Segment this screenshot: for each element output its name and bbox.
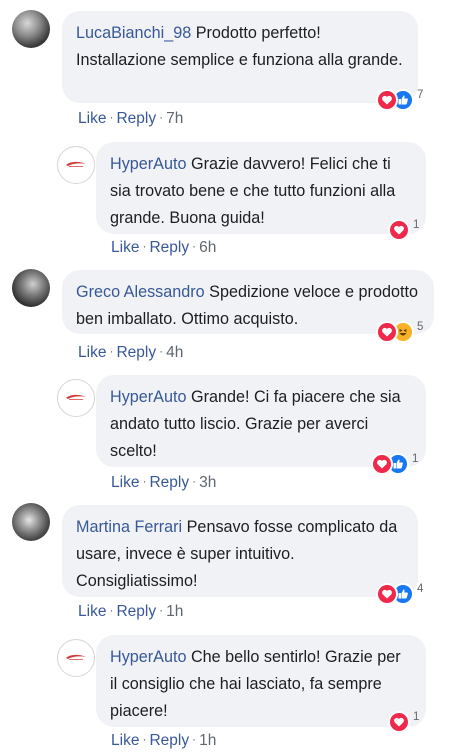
hyperauto-logo-icon: [65, 389, 87, 407]
separator: ·: [109, 603, 114, 617]
comment-author[interactable]: LucaBianchi_98: [76, 24, 191, 42]
timestamp[interactable]: 7h: [166, 110, 183, 127]
comment-actions: Like · Reply · 6h: [111, 239, 216, 257]
timestamp[interactable]: 1h: [199, 732, 216, 749]
avatar[interactable]: [12, 10, 50, 48]
reply-link[interactable]: Reply: [116, 110, 156, 127]
reply-link[interactable]: Reply: [116, 344, 156, 361]
reaction-summary[interactable]: 1: [388, 218, 419, 242]
comment-bubble: HyperAuto Che bello sentirlo! Grazie per…: [96, 635, 426, 727]
like-link[interactable]: Like: [78, 603, 106, 620]
comment-actions: Like · Reply · 3h: [111, 474, 216, 492]
reaction-count: 7: [417, 89, 424, 101]
reaction-summary[interactable]: 1: [371, 452, 418, 476]
separator: ·: [142, 474, 147, 488]
love-icon: [388, 219, 410, 241]
hyperauto-logo-icon: [65, 649, 87, 667]
like-link[interactable]: Like: [78, 344, 106, 361]
comment-author[interactable]: HyperAuto: [110, 155, 186, 173]
comment-actions: Like · Reply · 7h: [78, 110, 183, 128]
comment-author[interactable]: Martina Ferrari: [76, 518, 182, 536]
love-icon: [371, 453, 393, 475]
reaction-summary[interactable]: 7: [376, 88, 423, 112]
avatar[interactable]: [12, 503, 50, 541]
separator: ·: [159, 344, 164, 358]
reaction-count: 1: [413, 219, 420, 231]
timestamp[interactable]: 4h: [166, 344, 183, 361]
reply-link[interactable]: Reply: [116, 603, 156, 620]
timestamp[interactable]: 1h: [166, 603, 183, 620]
comment-actions: Like · Reply · 1h: [78, 603, 183, 621]
comment-bubble: LucaBianchi_98 Prodotto perfetto! Instal…: [62, 11, 418, 103]
avatar[interactable]: [12, 269, 50, 307]
timestamp[interactable]: 3h: [199, 474, 216, 491]
like-link[interactable]: Like: [111, 239, 139, 256]
separator: ·: [142, 732, 147, 746]
reaction-summary[interactable]: 4: [376, 582, 423, 606]
like-link[interactable]: Like: [111, 732, 139, 749]
separator: ·: [142, 239, 147, 253]
love-icon: [388, 711, 410, 733]
reply-link[interactable]: Reply: [149, 239, 189, 256]
separator: ·: [192, 474, 197, 488]
love-icon: [376, 583, 398, 605]
love-icon: [376, 89, 398, 111]
reaction-count: 5: [417, 321, 424, 333]
reaction-count: 1: [413, 711, 420, 723]
separator: ·: [109, 110, 114, 124]
reaction-count: 1: [412, 453, 419, 465]
comment-author[interactable]: HyperAuto: [110, 388, 186, 406]
separator: ·: [192, 239, 197, 253]
hyperauto-logo-icon: [65, 156, 87, 174]
reply-link[interactable]: Reply: [149, 474, 189, 491]
avatar[interactable]: [57, 146, 95, 184]
like-link[interactable]: Like: [78, 110, 106, 127]
separator: ·: [192, 732, 197, 746]
love-icon: [376, 321, 398, 343]
comment-author[interactable]: Greco Alessandro: [76, 283, 205, 301]
comment-actions: Like · Reply · 1h: [111, 732, 216, 750]
reaction-count: 4: [417, 583, 424, 595]
timestamp[interactable]: 6h: [199, 239, 216, 256]
reply-link[interactable]: Reply: [149, 732, 189, 749]
comment-actions: Like · Reply · 4h: [78, 344, 183, 362]
avatar[interactable]: [57, 379, 95, 417]
like-link[interactable]: Like: [111, 474, 139, 491]
reaction-summary[interactable]: 5: [376, 320, 423, 344]
separator: ·: [109, 344, 114, 358]
comment-bubble: HyperAuto Grazie davvero! Felici che ti …: [96, 142, 426, 234]
comment-author[interactable]: HyperAuto: [110, 648, 186, 666]
separator: ·: [159, 603, 164, 617]
avatar[interactable]: [57, 639, 95, 677]
reaction-summary[interactable]: 1: [388, 710, 419, 734]
separator: ·: [159, 110, 164, 124]
comment-bubble: Martina Ferrari Pensavo fosse complicato…: [62, 505, 418, 597]
